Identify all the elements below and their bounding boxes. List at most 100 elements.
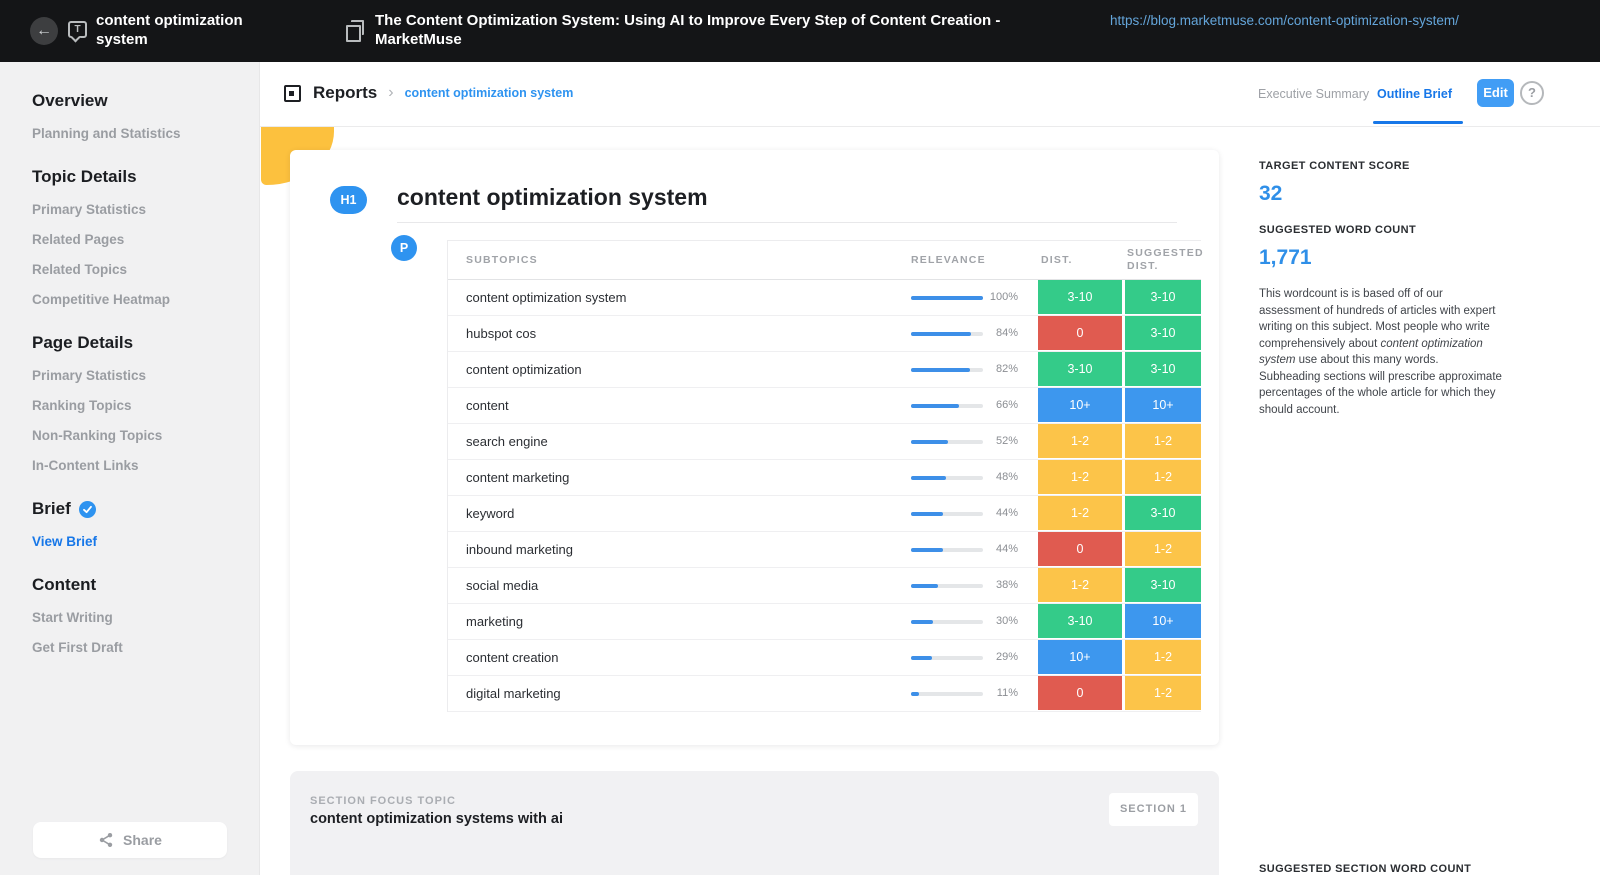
suggested-word-count-label: SUGGESTED WORD COUNT (1259, 224, 1417, 236)
subtopic-cell: content marketing (466, 470, 570, 485)
sidebar-item-get-first-draft[interactable]: Get First Draft (32, 639, 259, 656)
sidebar-item-related-pages[interactable]: Related Pages (32, 231, 259, 248)
section-focus-topic: content optimization systems with ai (310, 811, 563, 827)
sidebar-item-in-content-links[interactable]: In-Content Links (32, 457, 259, 474)
suggested-dist-cell: 3-10 (1125, 316, 1201, 350)
suggested-dist-cell: 1-2 (1125, 424, 1201, 458)
relevance-bar-fill (911, 368, 970, 372)
subtopic-cell: inbound marketing (466, 542, 573, 557)
relevance-bar-fill (911, 692, 919, 696)
section-number-badge: SECTION 1 (1109, 793, 1198, 826)
relevance-percent: 44% (995, 543, 1018, 555)
relevance-bar-fill (911, 476, 946, 480)
dist-cell: 1-2 (1038, 460, 1122, 494)
sidebar-item-primary-statistics[interactable]: Primary Statistics (32, 367, 259, 384)
breadcrumb-current-report[interactable]: content optimization system (405, 86, 574, 100)
page-copy-icon (346, 20, 364, 42)
sidebar-item-ranking-topics[interactable]: Ranking Topics (32, 397, 259, 414)
tab-executive-summary[interactable]: Executive Summary (1258, 87, 1369, 101)
sidebar-item-non-ranking-topics[interactable]: Non-Ranking Topics (32, 427, 259, 444)
table-row[interactable]: digital marketing 11% 0 1-2 (448, 676, 1201, 712)
table-row[interactable]: content 66% 10+ 10+ (448, 388, 1201, 424)
header-divider (260, 126, 1600, 127)
topbar-page-title: The Content Optimization System: Using A… (375, 12, 1001, 48)
relevance-percent: 29% (995, 651, 1018, 663)
sidebar-heading-brief: Brief (32, 498, 259, 520)
suggested-dist-cell: 1-2 (1125, 532, 1201, 566)
sidebar-heading-content: Content (32, 575, 97, 594)
column-header-dist: DIST. (1041, 254, 1073, 266)
target-content-score-value: 32 (1259, 182, 1283, 205)
chevron-right-icon: › (388, 84, 394, 101)
dist-cell: 1-2 (1038, 424, 1122, 458)
sidebar-item-related-topics[interactable]: Related Topics (32, 261, 259, 278)
share-button[interactable]: Share (33, 822, 227, 858)
table-row[interactable]: content optimization 82% 3-10 3-10 (448, 352, 1201, 388)
table-row[interactable]: marketing 30% 3-10 10+ (448, 604, 1201, 640)
check-circle-icon (78, 500, 96, 518)
relevance-bar-fill (911, 620, 933, 624)
relevance-percent: 30% (995, 615, 1018, 627)
section-focus-card: SECTION FOCUS TOPIC content optimization… (290, 771, 1219, 875)
relevance-percent: 48% (995, 471, 1018, 483)
subtopic-cell: content (466, 398, 509, 413)
table-row[interactable]: content marketing 48% 1-2 1-2 (448, 460, 1201, 496)
tab-outline-brief[interactable]: Outline Brief (1377, 87, 1452, 101)
back-button[interactable]: ← (30, 17, 58, 45)
active-tab-underline (1373, 121, 1463, 124)
dist-cell: 10+ (1038, 640, 1122, 674)
subtopic-cell: marketing (466, 614, 524, 629)
table-row[interactable]: content optimization system 100% 3-10 3-10 (448, 280, 1201, 316)
relevance-percent: 84% (995, 327, 1018, 339)
relevance-percent: 44% (995, 507, 1018, 519)
table-body: content optimization system 100% 3-10 3-10 h… (448, 280, 1201, 712)
subtopic-cell: search engine (466, 434, 548, 449)
suggested-dist-cell: 1-2 (1125, 676, 1201, 710)
subtopics-table: SUBTOPICS RELEVANCE DIST. SUGGESTED DIST… (447, 240, 1203, 712)
sidebar-item-planning-and-statistics[interactable]: Planning and Statistics (32, 125, 259, 142)
suggested-dist-cell: 3-10 (1125, 352, 1201, 386)
suggested-dist-cell: 1-2 (1125, 460, 1201, 494)
dist-cell: 3-10 (1038, 280, 1122, 314)
h1-badge: H1 (330, 186, 367, 214)
top-bar: ← T content optimization system The Cont… (0, 0, 1600, 62)
word-count-description: This wordcount is is based off of our as… (1259, 286, 1503, 418)
relevance-percent: 66% (995, 399, 1018, 411)
suggested-dist-cell: 10+ (1125, 388, 1201, 422)
table-row[interactable]: search engine 52% 1-2 1-2 (448, 424, 1201, 460)
table-row[interactable]: social media 38% 1-2 3-10 (448, 568, 1201, 604)
dist-cell: 3-10 (1038, 352, 1122, 386)
relevance-percent: 38% (995, 579, 1018, 591)
suggested-section-word-count-label: SUGGESTED SECTION WORD COUNT (1259, 863, 1472, 875)
sidebar-item-primary-statistics[interactable]: Primary Statistics (32, 201, 259, 218)
title-underline (397, 222, 1177, 223)
page-url-link[interactable]: https://blog.marketmuse.com/content-opti… (1110, 11, 1540, 30)
table-row[interactable]: hubspot cos 84% 0 3-10 (448, 316, 1201, 352)
help-icon[interactable]: ? (1520, 81, 1544, 105)
subtopic-cell: content creation (466, 650, 559, 665)
dist-cell: 10+ (1038, 388, 1122, 422)
column-header-suggested-dist: SUGGESTED DIST. (1127, 247, 1204, 272)
column-header-relevance: RELEVANCE (911, 254, 986, 266)
table-row[interactable]: content creation 29% 10+ 1-2 (448, 640, 1201, 676)
table-row[interactable]: inbound marketing 44% 0 1-2 (448, 532, 1201, 568)
outline-brief-card: H1 content optimization system P SUBTOPI… (290, 150, 1219, 745)
relevance-bar-fill (911, 512, 943, 516)
subtopic-cell: content optimization (466, 362, 582, 377)
table-row[interactable]: keyword 44% 1-2 3-10 (448, 496, 1201, 532)
sidebar-nav: Overview Planning and Statistics Topic Det… (0, 62, 259, 656)
sidebar-item-start-writing[interactable]: Start Writing (32, 609, 259, 626)
breadcrumb-reports[interactable]: Reports (313, 83, 377, 103)
relevance-bar-fill (911, 584, 938, 588)
app-window: ← T content optimization system The Cont… (0, 0, 1600, 875)
suggested-dist-cell: 3-10 (1125, 496, 1201, 530)
relevance-bar-fill (911, 404, 959, 408)
sidebar-item-competitive-heatmap[interactable]: Competitive Heatmap (32, 291, 259, 308)
relevance-bar-fill (911, 548, 943, 552)
subtopic-cell: hubspot cos (466, 326, 537, 341)
edit-button[interactable]: Edit (1477, 79, 1514, 107)
relevance-bar-fill (911, 656, 932, 660)
sidebar-item-view-brief[interactable]: View Brief (32, 533, 259, 550)
relevance-percent: 82% (995, 363, 1018, 375)
sidebar: Overview Planning and Statistics Topic Det… (0, 62, 260, 875)
